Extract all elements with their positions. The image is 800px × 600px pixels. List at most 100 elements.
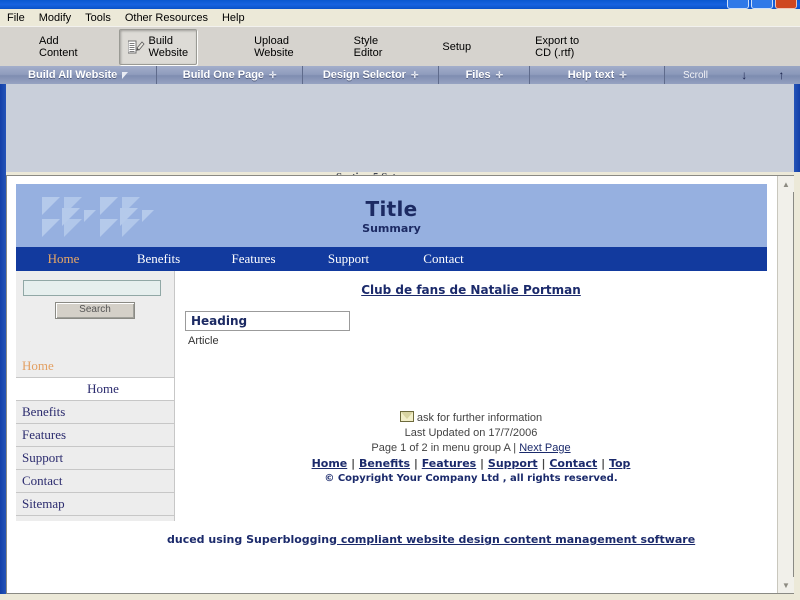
sep: |	[347, 457, 359, 470]
tab-design-selector-label: Design Selector	[322, 69, 406, 81]
site-nav-link-support[interactable]: Support	[328, 251, 369, 266]
site-footer-link-benefits[interactable]: Benefits	[359, 457, 410, 470]
menu-item-help[interactable]: Help	[215, 10, 252, 26]
site-search-input[interactable]	[23, 279, 161, 296]
site-footer-next-page-link[interactable]: Next Page	[519, 442, 570, 454]
sep: |	[476, 457, 488, 470]
close-button[interactable]	[775, 0, 797, 9]
section-panel: Build All Open in web browser Open Websi…	[0, 84, 800, 252]
preview-page: Title Summary Home Benefits Features Sup…	[7, 176, 776, 593]
site-footer-contact-text: ask for further information	[416, 412, 543, 424]
site-nav-link-contact[interactable]: Contact	[423, 251, 463, 266]
site-body: Search Home Home Benefits Features Suppo…	[16, 271, 767, 521]
site-nav: Home Benefits Features Support Contact	[16, 247, 767, 271]
site-menu-list: Home Home Benefits Features Support Cont…	[16, 355, 174, 516]
site-footer-link-features[interactable]: Features	[422, 457, 476, 470]
tab-build-all-website-label: Build All Website	[28, 69, 118, 81]
site-menu-item-home[interactable]: Home	[16, 378, 174, 401]
tab-build-one-page-label: Build One Page	[182, 69, 265, 81]
preview-vertical-scrollbar[interactable]: ▲ ▼	[777, 176, 794, 593]
toolbar-button-setup[interactable]: Setup	[433, 29, 480, 65]
site-nav-item-home[interactable]: Home	[16, 251, 111, 267]
scroll-up-icon[interactable]: ▲	[778, 176, 794, 192]
build-website-icon	[127, 39, 145, 55]
site-menu-item-features[interactable]: Features	[16, 424, 174, 447]
toolbar-button-build-website[interactable]: Build Website	[118, 29, 198, 65]
site-footer-link-top[interactable]: Top	[609, 457, 630, 470]
toolbar-button-style-editor[interactable]: Style Editor	[345, 29, 392, 65]
toolbar-button-export-cd[interactable]: Export to CD (.rtf)	[526, 29, 588, 65]
site-footer-links: Home | Benefits | Features | Support | C…	[185, 456, 757, 471]
site-header: Title Summary	[16, 184, 767, 247]
site-footer-link-contact[interactable]: Contact	[549, 457, 597, 470]
site-nav-item-benefits[interactable]: Benefits	[111, 251, 206, 267]
toolbar-button-add-content[interactable]: Add Content	[30, 29, 87, 65]
site-footer-updated: Last Updated on 17/7/2006	[404, 427, 538, 439]
scroll-label-text: Scroll	[682, 69, 708, 81]
site-footer-paging: Page 1 of 2 in menu group A | Next Page	[185, 441, 757, 456]
toolbar-button-add-content-label: Add Content	[39, 35, 78, 59]
section-tab-strip: Build All Website Build One Page ✛ Desig…	[0, 66, 800, 84]
site-nav-link-features[interactable]: Features	[231, 251, 275, 266]
site-nav-item-features[interactable]: Features	[206, 251, 301, 267]
site-menu-item-support[interactable]: Support	[16, 447, 174, 470]
site-menu-item-benefits[interactable]: Benefits	[16, 401, 174, 424]
menu-item-other-resources[interactable]: Other Resources	[118, 10, 215, 26]
site-search-button[interactable]: Search	[55, 302, 135, 319]
site-sidebar: Search Home Home Benefits Features Suppo…	[16, 271, 175, 521]
site-page-link-row: Club de fans de Natalie Portman	[185, 281, 757, 299]
site-menu-item-sitemap[interactable]: Sitemap	[16, 493, 174, 516]
maximize-button[interactable]	[751, 0, 773, 9]
plus-marker-icon: ✛	[410, 69, 419, 80]
site-title: Title	[365, 196, 418, 221]
site-content-article: Article	[188, 335, 219, 347]
site-produced-line: duced using Superblogging compliant webs…	[7, 533, 776, 546]
arrow-up-icon: ↑	[778, 68, 785, 82]
toolbar-button-upload-website[interactable]: Upload Website	[245, 29, 303, 65]
window-bottom-strip	[0, 594, 800, 600]
tab-design-selector[interactable]: Design Selector ✛	[303, 66, 440, 84]
scroll-up-button[interactable]: ↑	[763, 66, 800, 84]
website-preview-pane: Title Summary Home Benefits Features Sup…	[6, 175, 794, 594]
menu-item-file[interactable]: File	[0, 10, 32, 26]
site-summary: Summary	[362, 221, 421, 235]
site-produced-link[interactable]: compliant website design content managem…	[337, 533, 695, 546]
site-nav-link-benefits[interactable]: Benefits	[137, 251, 180, 266]
toolbar-button-setup-label: Setup	[442, 41, 472, 53]
site-footer-paging-text: Page 1 of 2 in menu group A |	[371, 442, 520, 454]
minimize-button[interactable]	[727, 0, 749, 9]
site-menu-item-contact[interactable]: Contact	[16, 470, 174, 493]
tab-help-text-label: Help text	[567, 69, 615, 81]
site-nav-item-support[interactable]: Support	[301, 251, 396, 267]
scroll-down-icon[interactable]: ▼	[778, 577, 794, 593]
site-nav-link-home[interactable]: Home	[48, 251, 80, 266]
tab-build-one-page[interactable]: Build One Page ✛	[157, 66, 303, 84]
site-content-heading[interactable]: Heading	[185, 311, 350, 331]
triangle-arrows-logo	[40, 195, 155, 239]
scroll-down-button[interactable]: ↓	[726, 66, 763, 84]
sep: |	[537, 457, 550, 470]
main-toolbar: Add Content Build Website Upload Website	[0, 26, 800, 67]
site-content: Club de fans de Natalie Portman Heading …	[175, 271, 767, 521]
scroll-label: Scroll	[665, 66, 726, 84]
site-footer-copyright: © Copyright Your Company Ltd , all right…	[324, 473, 618, 484]
window-controls	[727, 0, 797, 9]
envelope-icon	[399, 411, 414, 422]
tab-help-text[interactable]: Help text ✛	[530, 66, 666, 84]
menu-item-modify[interactable]: Modify	[32, 10, 78, 26]
site-footer-link-support[interactable]: Support	[488, 457, 538, 470]
menu-bar: File Modify Tools Other Resources Help	[0, 9, 800, 26]
site-footer-link-home[interactable]: Home	[312, 457, 348, 470]
toolbar-button-build-website-label: Build Website	[148, 35, 189, 59]
sep: |	[597, 457, 609, 470]
triangle-marker-icon	[122, 71, 129, 79]
tab-files[interactable]: Files ✛	[439, 66, 531, 84]
menu-item-tools[interactable]: Tools	[78, 10, 118, 26]
site-footer-contact[interactable]: ask for further information	[185, 411, 757, 426]
application-window: File Modify Tools Other Resources Help A…	[0, 0, 800, 600]
site-page-link[interactable]: Club de fans de Natalie Portman	[361, 283, 581, 297]
site-menu-item-home-group[interactable]: Home	[16, 355, 174, 378]
tab-build-all-website[interactable]: Build All Website	[0, 66, 158, 84]
toolbar-button-style-editor-label: Style Editor	[353, 35, 383, 59]
site-nav-item-contact[interactable]: Contact	[396, 251, 491, 267]
